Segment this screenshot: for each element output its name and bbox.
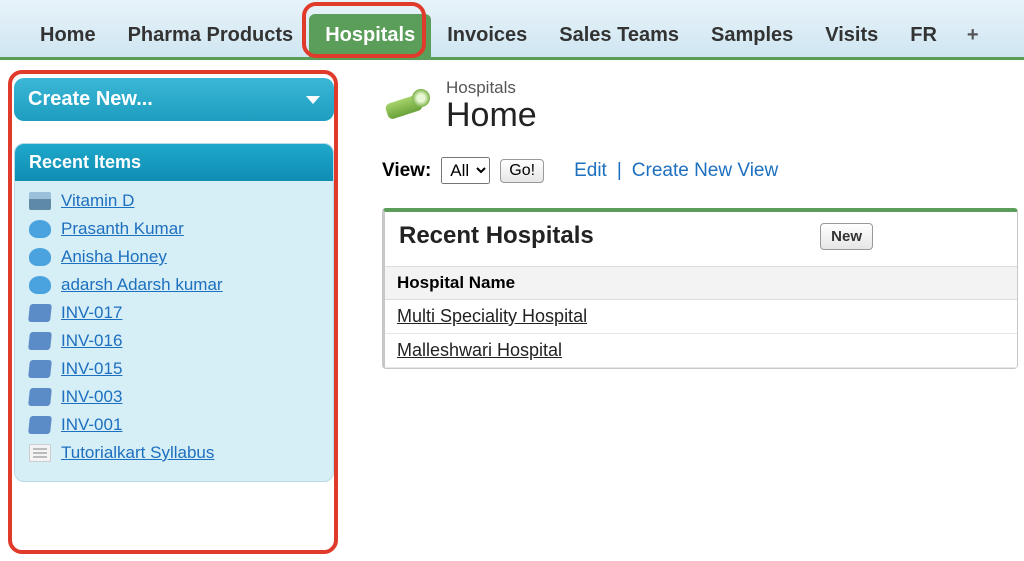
recent-item-link[interactable]: INV-003 bbox=[61, 387, 122, 407]
chevron-down-icon bbox=[306, 96, 320, 104]
tab-invoices[interactable]: Invoices bbox=[431, 14, 543, 57]
create-new-button[interactable]: Create New... bbox=[14, 78, 334, 121]
tab-home[interactable]: Home bbox=[24, 14, 112, 57]
column-header-hospital-name[interactable]: Hospital Name bbox=[385, 267, 1017, 300]
tab-hospitals[interactable]: Hospitals bbox=[309, 14, 431, 57]
recent-item[interactable]: INV-016 bbox=[25, 327, 323, 355]
recent-item[interactable]: INV-003 bbox=[25, 383, 323, 411]
recent-item[interactable]: Tutorialkart Syllabus bbox=[25, 439, 323, 467]
recent-item-link[interactable]: INV-016 bbox=[61, 331, 122, 351]
recent-hospitals-panel: Recent Hospitals New Hospital Name Multi… bbox=[382, 208, 1018, 369]
sidebar: Create New... Recent Items Vitamin D Pras… bbox=[14, 78, 334, 482]
recent-item[interactable]: INV-017 bbox=[25, 299, 323, 327]
view-controls: View: All Go! Edit | Create New View bbox=[382, 157, 1024, 184]
spyglass-icon bbox=[382, 85, 430, 129]
recent-item[interactable]: INV-001 bbox=[25, 411, 323, 439]
edit-view-link[interactable]: Edit bbox=[574, 160, 607, 182]
doc-icon bbox=[29, 444, 51, 462]
hospital-link[interactable]: Multi Speciality Hospital bbox=[397, 306, 587, 326]
recent-item[interactable]: adarsh Adarsh kumar bbox=[25, 271, 323, 299]
recent-item-link[interactable]: Tutorialkart Syllabus bbox=[61, 443, 214, 463]
recent-item-link[interactable]: Anisha Honey bbox=[61, 247, 167, 267]
page-title: Home bbox=[446, 96, 537, 135]
user-icon bbox=[29, 248, 51, 266]
recent-item-link[interactable]: INV-015 bbox=[61, 359, 122, 379]
recent-items-panel: Recent Items Vitamin D Prasanth Kumar Anis… bbox=[14, 143, 334, 482]
user-icon bbox=[29, 220, 51, 238]
view-label: View: bbox=[382, 160, 431, 182]
tab-samples[interactable]: Samples bbox=[695, 14, 809, 57]
hospitals-table: Hospital Name Multi Speciality Hospital M… bbox=[385, 266, 1017, 368]
user-icon bbox=[29, 276, 51, 294]
tab-bar: Home Pharma Products Hospitals Invoices … bbox=[0, 0, 1024, 60]
panel-title: Recent Hospitals bbox=[399, 222, 594, 250]
table-row: Malleshwari Hospital bbox=[385, 334, 1017, 368]
new-button[interactable]: New bbox=[820, 223, 873, 250]
recent-item-link[interactable]: adarsh Adarsh kumar bbox=[61, 275, 223, 295]
view-select[interactable]: All bbox=[441, 157, 490, 184]
inv-icon bbox=[28, 360, 52, 378]
recent-item-link[interactable]: Vitamin D bbox=[61, 191, 134, 211]
main-content: Hospitals Home View: All Go! Edit | Crea… bbox=[334, 78, 1024, 369]
create-new-view-link[interactable]: Create New View bbox=[632, 160, 778, 182]
recent-item-link[interactable]: INV-017 bbox=[61, 303, 122, 323]
recent-item[interactable]: Vitamin D bbox=[25, 187, 323, 215]
tab-fr[interactable]: FR bbox=[894, 14, 953, 57]
recent-item[interactable]: Anisha Honey bbox=[25, 243, 323, 271]
separator: | bbox=[617, 160, 622, 182]
breadcrumb: Hospitals bbox=[446, 78, 537, 98]
recent-item[interactable]: INV-015 bbox=[25, 355, 323, 383]
tab-add[interactable]: + bbox=[953, 14, 993, 57]
inv-icon bbox=[28, 332, 52, 350]
recent-items-header: Recent Items bbox=[15, 144, 333, 181]
recent-item-link[interactable]: INV-001 bbox=[61, 415, 122, 435]
table-row: Multi Speciality Hospital bbox=[385, 300, 1017, 334]
recent-item-link[interactable]: Prasanth Kumar bbox=[61, 219, 184, 239]
hospital-link[interactable]: Malleshwari Hospital bbox=[397, 340, 562, 360]
inv-icon bbox=[28, 416, 52, 434]
tab-visits[interactable]: Visits bbox=[809, 14, 894, 57]
tab-sales-teams[interactable]: Sales Teams bbox=[543, 14, 695, 57]
create-new-label: Create New... bbox=[28, 88, 153, 111]
go-button[interactable]: Go! bbox=[500, 159, 544, 183]
tab-pharma-products[interactable]: Pharma Products bbox=[112, 14, 310, 57]
inv-icon bbox=[28, 304, 52, 322]
prod-icon bbox=[29, 192, 51, 210]
inv-icon bbox=[28, 388, 52, 406]
recent-item[interactable]: Prasanth Kumar bbox=[25, 215, 323, 243]
